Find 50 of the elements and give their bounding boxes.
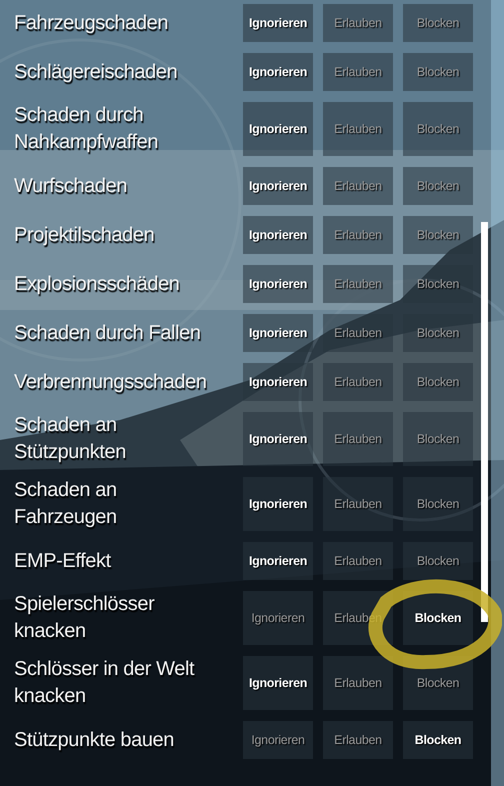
option-button[interactable]: Blocken: [403, 656, 473, 710]
rule-label: Schaden an Stützpunkten: [14, 413, 127, 465]
option-button[interactable]: Ignorieren: [243, 167, 313, 205]
rule-label: Wurfschaden: [14, 174, 128, 198]
option-button[interactable]: Ignorieren: [243, 656, 313, 710]
option-button[interactable]: Ignorieren: [243, 363, 313, 401]
rule-label: EMP-Effekt: [14, 548, 112, 574]
option-button[interactable]: Erlauben: [323, 314, 393, 352]
option-button[interactable]: Ignorieren: [243, 53, 313, 91]
option-button[interactable]: Ignorieren: [243, 542, 313, 580]
rule-label: Schlösser in der Welt knacken: [14, 657, 196, 709]
option-button[interactable]: Blocken: [403, 102, 473, 156]
option-button[interactable]: Erlauben: [323, 4, 393, 42]
option-button[interactable]: Ignorieren: [243, 102, 313, 156]
option-button[interactable]: Erlauben: [323, 53, 393, 91]
option-button[interactable]: Blocken: [403, 542, 473, 580]
option-button[interactable]: Blocken: [403, 477, 473, 531]
rule-label: Explosionsschäden: [14, 272, 181, 296]
option-button[interactable]: Blocken: [403, 314, 473, 352]
rule-label: Schaden durch Nahkampfwaffen: [14, 103, 160, 155]
option-button[interactable]: Blocken: [403, 265, 473, 303]
option-button[interactable]: Blocken: [403, 412, 473, 466]
rule-label: Schlägereischaden: [14, 60, 178, 84]
option-button[interactable]: Erlauben: [323, 477, 393, 531]
option-button[interactable]: Ignorieren: [243, 314, 313, 352]
rule-label: Verbrennungsschaden: [14, 370, 208, 394]
option-button[interactable]: Ignorieren: [243, 4, 313, 42]
option-button[interactable]: Blocken: [403, 53, 473, 91]
option-button[interactable]: Blocken: [403, 363, 473, 401]
option-button[interactable]: Ignorieren: [243, 412, 313, 466]
option-button[interactable]: Blocken: [403, 721, 473, 759]
option-button[interactable]: Erlauben: [323, 102, 393, 156]
rule-label: Projektilschaden: [14, 222, 156, 248]
option-button[interactable]: Ignorieren: [243, 265, 313, 303]
rule-label: Schaden an Fahrzeugen: [14, 478, 118, 530]
rule-label: Spielerschlösser knacken: [14, 592, 156, 644]
option-button[interactable]: Erlauben: [323, 656, 393, 710]
rule-label: Stützpunkte bauen: [14, 728, 175, 752]
option-button[interactable]: Blocken: [403, 4, 473, 42]
option-button[interactable]: Ignorieren: [243, 216, 313, 254]
option-button[interactable]: Erlauben: [323, 542, 393, 580]
option-button[interactable]: Ignorieren: [243, 477, 313, 531]
rule-label: Schaden durch Fallen: [14, 320, 202, 346]
option-button[interactable]: Blocken: [403, 591, 473, 645]
option-button[interactable]: Erlauben: [323, 412, 393, 466]
option-button[interactable]: Ignorieren: [243, 591, 313, 645]
rule-label: Fahrzeugschaden: [14, 10, 170, 36]
option-button[interactable]: Erlauben: [323, 721, 393, 759]
option-button[interactable]: Erlauben: [323, 363, 393, 401]
option-button[interactable]: Ignorieren: [243, 721, 313, 759]
